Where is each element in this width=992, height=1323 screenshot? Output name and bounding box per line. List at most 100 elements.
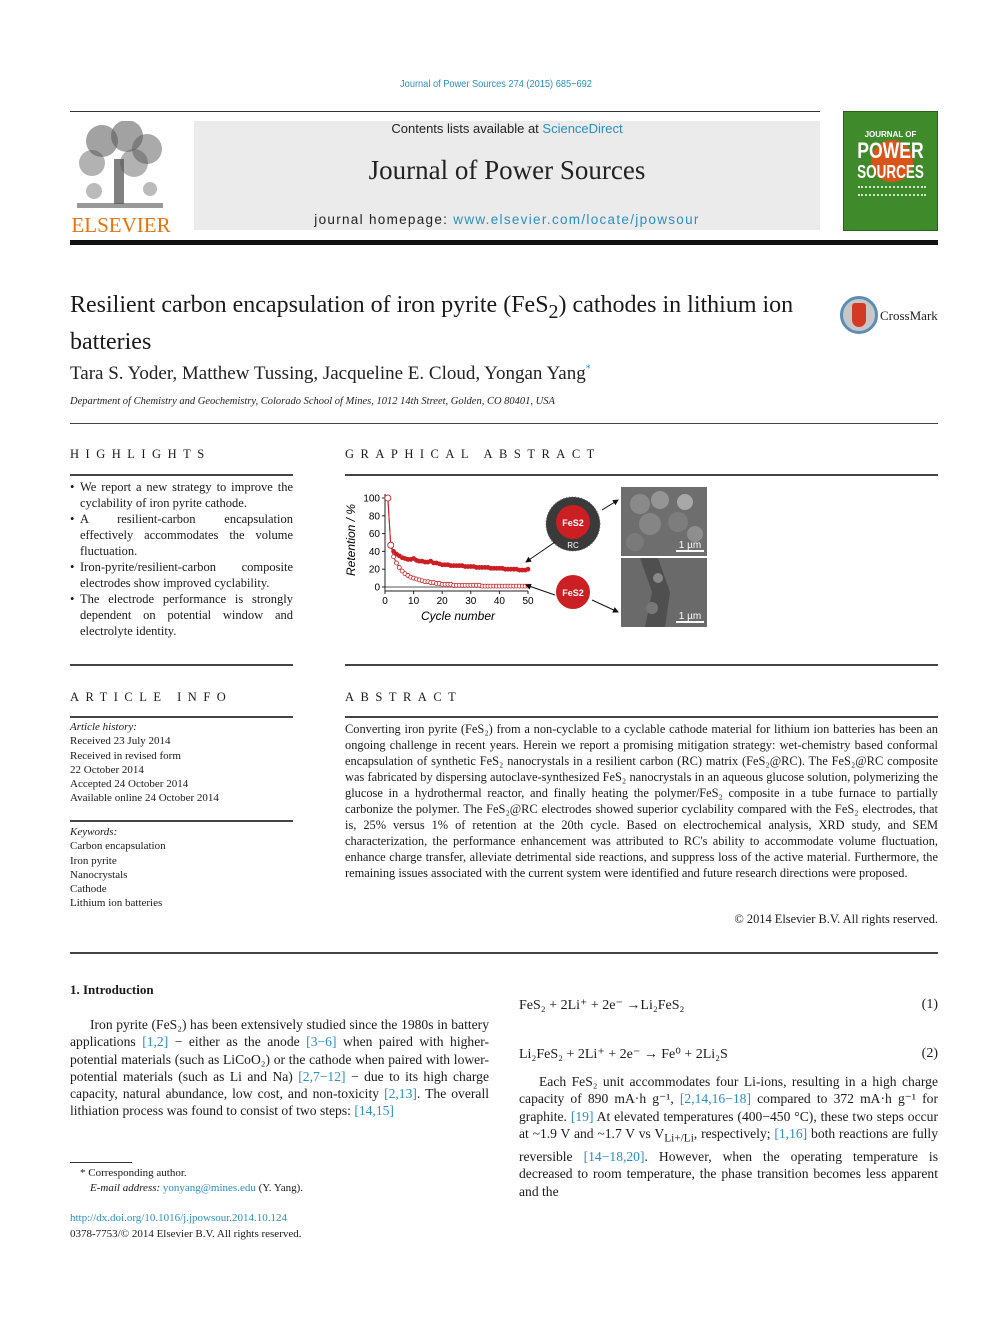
doi-link[interactable]: http://dx.doi.org/10.1016/j.jpowsour.201…	[70, 1212, 287, 1224]
highlight-item: The electrode performance is strongly de…	[70, 591, 293, 639]
footnotes: * Corresponding author. E-mail address: …	[70, 1166, 470, 1196]
elsevier-tree-icon	[72, 121, 168, 211]
shell-label: RC	[567, 541, 579, 550]
homepage-link[interactable]: www.elsevier.com/locate/jpowsour	[453, 212, 699, 227]
keyword-item: Iron pyrite	[70, 854, 117, 867]
retention-chart: 0 20 40 60 80 100 0 10 20 30 40 50	[363, 494, 534, 608]
scale-bar-label: 1 µm	[679, 611, 701, 622]
keyword-item: Carbon encapsulation	[70, 840, 166, 853]
x-tick-label: 10	[408, 596, 420, 607]
introduction-paragraph-2: Each FeS₂ unit accommodates four Li-ions…	[519, 1073, 938, 1200]
citation-link[interactable]: [14−18,20]	[584, 1149, 645, 1164]
elsevier-wordmark: ELSEVIER	[71, 213, 171, 237]
abstract-heading: ABSTRACT	[345, 690, 463, 704]
email-label: E-mail address:	[90, 1182, 163, 1194]
keywords: Keywords: Carbon encapsulation Iron pyri…	[70, 825, 293, 911]
keyword-item: Lithium ion batteries	[70, 897, 163, 910]
sem-image-rc: 1 µm	[621, 487, 707, 556]
y-tick-label: 40	[369, 547, 381, 558]
abstract-text: Converting iron pyrite (FeS₂) from a non…	[345, 722, 938, 880]
highlight-item: Iron-pyrite/resilient-carbon composite e…	[70, 559, 293, 591]
article-history: Article history: Received 23 July 2014 R…	[70, 720, 293, 806]
y-tick-label: 20	[369, 565, 381, 576]
doi-block: http://dx.doi.org/10.1016/j.jpowsour.201…	[70, 1211, 302, 1242]
journal-title: Journal of Power Sources	[368, 155, 646, 185]
contents-prefix: Contents lists available at	[391, 121, 543, 136]
citation-link[interactable]: [3−6]	[306, 1034, 336, 1049]
citation-link[interactable]: [19]	[571, 1109, 594, 1124]
highlight-item: A resilient-carbon encapsulation effecti…	[70, 511, 293, 559]
x-tick-label: 30	[465, 596, 477, 607]
intro-text: − either as the anode	[168, 1034, 307, 1050]
equation-text: FeS₂ + 2Li⁺ + 2e⁻ →Li₂FeS₂	[519, 998, 685, 1013]
email-suffix: (Y. Yang).	[255, 1182, 304, 1194]
citation-link[interactable]: [1,16]	[774, 1126, 807, 1141]
y-tick-label: 100	[363, 494, 380, 505]
sciencedirect-link[interactable]: ScienceDirect	[542, 121, 622, 136]
issn-line: 0378-7753/© 2014 Elsevier B.V. All right…	[70, 1227, 302, 1240]
history-item: Received in revised form	[70, 749, 181, 762]
y-axis-label: Retention / %	[344, 504, 358, 576]
article-info-rule	[70, 716, 293, 718]
equation-number: (1)	[921, 997, 938, 1012]
x-tick-label: 20	[437, 596, 449, 607]
journal-cover[interactable]: JOURNAL OF POWER SOURCES	[843, 111, 938, 231]
homepage-line: journal homepage: www.elsevier.com/locat…	[194, 212, 820, 227]
graphical-abstract-figure: 0 20 40 60 80 100 0 10 20 30 40 50 Retention / % Cy…	[340, 482, 720, 632]
footnote-rule	[70, 1162, 132, 1163]
highlights-bottom-rule	[70, 664, 293, 666]
data-point	[384, 494, 392, 502]
citation-link[interactable]: [14,15]	[354, 1103, 394, 1118]
data-point	[387, 541, 395, 549]
cover-subtitle-lines	[858, 186, 926, 196]
equation-number: (2)	[921, 1046, 938, 1061]
body-rule	[70, 952, 938, 954]
article-title: Resilient carbon encapsulation of iron p…	[70, 290, 810, 357]
article-info-heading: ARTICLE INFO	[70, 690, 233, 704]
elsevier-logo[interactable]: ELSEVIER	[70, 121, 172, 237]
data-point	[525, 566, 531, 572]
journal-citation-link[interactable]: Journal of Power Sources 274 (2015) 685−…	[60, 78, 933, 90]
cover-power: POWER	[857, 138, 924, 163]
arrow-rc-to-chart	[525, 541, 556, 563]
abstract-copyright: © 2014 Elsevier B.V. All rights reserved…	[734, 912, 938, 926]
citation-link[interactable]: [2,7−12]	[298, 1069, 345, 1084]
citation-link[interactable]: [1,2]	[142, 1034, 168, 1049]
core-label: FeS2	[562, 518, 584, 528]
keyword-item: Cathode	[70, 883, 107, 896]
corresponding-author-mark[interactable]: *	[586, 364, 591, 375]
introduction-paragraph-1: Iron pyrite (FeS₂) has been extensively …	[70, 1016, 489, 1120]
data-point	[394, 560, 399, 566]
email-line: E-mail address: yonyang@mines.edu (Y. Ya…	[70, 1181, 470, 1196]
graphical-abstract-bottom-rule	[345, 664, 938, 666]
graphical-abstract-heading: GRAPHICAL ABSTRACT	[345, 447, 601, 461]
history-item: Received 23 July 2014	[70, 735, 171, 748]
data-point	[391, 554, 396, 560]
email-link[interactable]: yonyang@mines.edu	[163, 1182, 256, 1194]
journal-header-box: Contents lists available at ScienceDirec…	[194, 121, 820, 230]
y-tick-label: 60	[369, 529, 381, 540]
bare-label: FeS2	[562, 588, 584, 598]
sem-image-bare: 1 µm	[621, 558, 707, 627]
title-part1: Resilient carbon encapsulation of iron p…	[70, 292, 549, 318]
author-list: Tara S. Yoder, Matthew Tussing, Jacqueli…	[70, 363, 591, 385]
graphical-abstract-rule	[345, 474, 938, 476]
y-tick-label: 0	[374, 583, 380, 594]
equation-text: Li₂FeS₂ + 2Li⁺ + 2e⁻ → Fe⁰ + 2Li₂S	[519, 1047, 728, 1062]
highlights-list: We report a new strategy to improve the …	[70, 479, 293, 639]
homepage-prefix: journal homepage:	[314, 212, 454, 227]
authors-text: Tara S. Yoder, Matthew Tussing, Jacqueli…	[70, 363, 586, 384]
data-point	[396, 565, 402, 570]
history-item: Available online 24 October 2014	[70, 792, 219, 805]
keywords-label: Keywords:	[70, 826, 118, 838]
keyword-item: Nanocrystals	[70, 868, 128, 881]
citation-link[interactable]: [2,14,16−18]	[680, 1091, 751, 1106]
y-tick-label: 80	[369, 511, 381, 522]
highlights-rule	[70, 474, 293, 476]
corresponding-author-note: * Corresponding author.	[80, 1167, 187, 1179]
citation-link[interactable]: [2,13]	[384, 1086, 417, 1101]
crossmark-badge[interactable]: CrossMark	[840, 296, 940, 334]
arrow-bare-to-sem	[591, 599, 619, 613]
abstract-rule	[345, 716, 938, 718]
highlight-item: We report a new strategy to improve the …	[70, 479, 293, 511]
